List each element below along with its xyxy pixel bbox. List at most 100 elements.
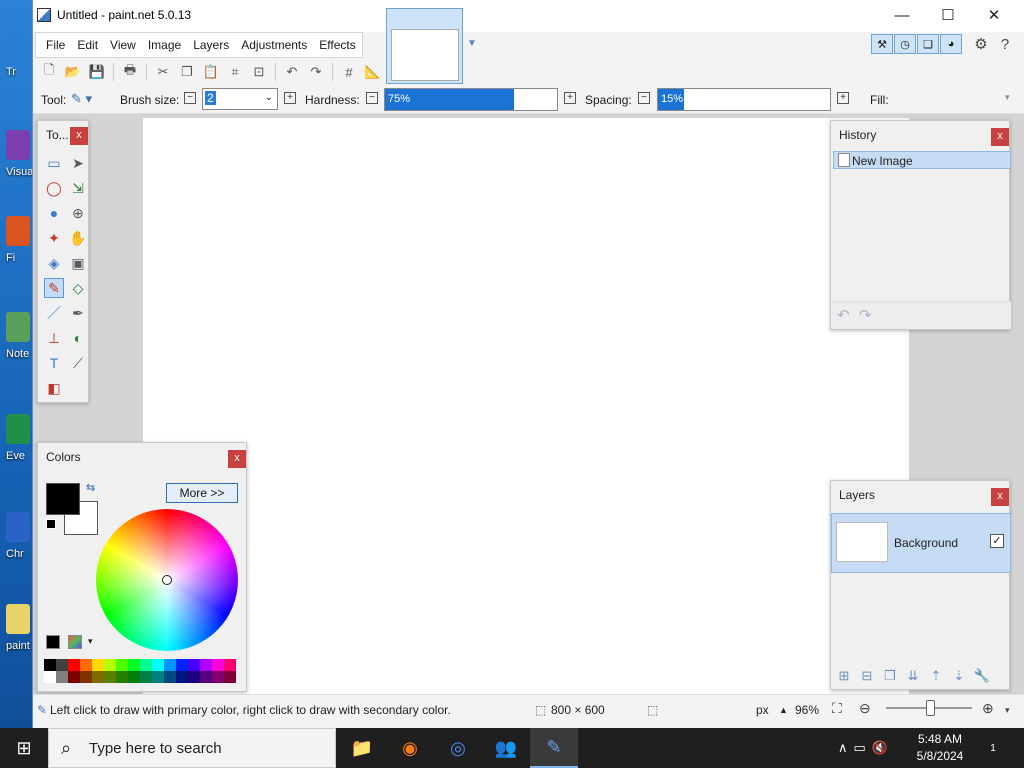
layer-visibility-checkbox[interactable]: ✓ [990,534,1004,548]
crop-icon[interactable]: ⌗ [223,60,247,84]
chevron-down-icon[interactable]: ▾ [88,636,93,647]
clone-stamp-tool[interactable]: ⊥ [44,328,64,348]
pencil-tool[interactable]: ／ [44,303,64,323]
palette-swatch[interactable] [200,659,212,671]
ellipse-select-tool[interactable]: ● [44,203,64,223]
palette-swatch[interactable] [224,659,236,671]
desktop-shortcut[interactable]: Eve [0,414,32,474]
magic-wand-tool[interactable]: ✦ [44,228,64,248]
move-selection-tool[interactable]: ⇲ [68,178,88,198]
palette-swatch[interactable] [200,671,212,683]
colors-icon[interactable]: ◕ [940,34,962,54]
zoom-in-icon[interactable]: ⊕ [982,700,994,717]
brush-size-decrease-icon[interactable]: − [184,92,196,104]
zoom-tool[interactable]: ⊕ [68,203,88,223]
redo-icon[interactable]: ↷ [304,60,328,84]
notifications-icon[interactable]: 1 [980,736,1006,760]
palette-swatch[interactable] [68,671,80,683]
primary-mode-icon[interactable] [46,635,60,649]
chevron-up-icon[interactable]: ▲ [779,705,788,715]
recolor-tool[interactable]: ◐ [68,328,88,348]
palette-swatch[interactable] [212,659,224,671]
color-wheel-cursor[interactable] [162,575,172,585]
minimize-button[interactable]: — [879,0,925,30]
move-down-icon[interactable]: ⇣ [950,667,968,685]
palette-swatch[interactable] [44,659,56,671]
toolbar-overflow-icon[interactable]: ▾ [1005,92,1010,103]
ruler-icon[interactable]: 📐 [361,60,385,84]
palette-swatch[interactable] [224,671,236,683]
move-up-icon[interactable]: ⇡ [927,667,945,685]
zoom-level[interactable]: 96% [795,703,819,717]
firefox-icon[interactable]: ◉ [386,728,434,768]
palette-swatch[interactable] [56,659,68,671]
history-panel-close-button[interactable]: x [991,128,1009,146]
paintbrush-icon[interactable]: ✎ ▾ [71,91,92,107]
spacing-decrease-icon[interactable]: − [638,92,650,104]
line-curve-tool[interactable]: ⟋ [68,353,88,373]
new-icon[interactable]: 🗋 [37,60,61,84]
save-icon[interactable]: 💾 [85,60,109,84]
menu-adjustments[interactable]: Adjustments [235,38,313,52]
palette-swatch[interactable] [68,659,80,671]
palette-swatch[interactable] [104,671,116,683]
grid-icon[interactable]: # [337,60,361,84]
palette-swatch[interactable] [176,659,188,671]
merge-layer-icon[interactable]: ⇊ [904,667,922,685]
desktop-shortcut[interactable]: Fi [0,216,32,276]
copy-icon[interactable]: ❐ [175,60,199,84]
redo-icon[interactable]: ↷ [859,306,872,324]
add-layer-icon[interactable]: ⊞ [835,667,853,685]
desktop-shortcut[interactable]: Note [0,312,32,372]
menu-image[interactable]: Image [142,38,187,52]
undo-icon[interactable]: ↶ [837,306,850,324]
menu-edit[interactable]: Edit [71,38,104,52]
text-tool[interactable]: T [44,353,64,373]
palette-swatch[interactable] [188,659,200,671]
people-icon[interactable]: 👥 [482,728,530,768]
rectangle-select-tool[interactable]: ▭ [44,153,64,173]
zoom-out-icon[interactable]: ⊖ [859,700,871,717]
reset-colors-icon[interactable] [46,519,56,529]
chrome-icon[interactable]: ◎ [434,728,482,768]
menu-layers[interactable]: Layers [187,38,235,52]
menu-view[interactable]: View [104,38,142,52]
palette-swatch[interactable] [44,671,56,683]
chevron-down-icon[interactable]: ▼ [467,38,477,49]
paste-icon[interactable]: 📋 [199,60,223,84]
palette-swatch[interactable] [164,659,176,671]
palette-swatch[interactable] [104,659,116,671]
eraser-tool[interactable]: ◇ [68,278,88,298]
palette-swatch[interactable] [152,659,164,671]
close-button[interactable]: ✕ [971,0,1017,30]
paintnet-icon[interactable]: ✎ [530,728,578,768]
palette-swatch[interactable] [188,671,200,683]
lasso-select-tool[interactable]: ◯ [44,178,64,198]
undo-icon[interactable]: ↶ [280,60,304,84]
layer-row[interactable]: Background ✓ [831,513,1011,573]
palette-swatch[interactable] [176,671,188,683]
palette-swatch[interactable] [92,671,104,683]
chevron-down-icon[interactable]: ⌄ [265,92,273,103]
chevron-up-icon[interactable]: ∧ [838,740,848,756]
spacing-increase-icon[interactable]: + [837,92,849,104]
network-icon[interactable]: ▭ [854,740,866,756]
tools-panel-close-button[interactable]: x [70,127,88,145]
volume-muted-icon[interactable]: 🔇 [872,740,888,756]
layers-icon[interactable]: ❏ [917,34,939,54]
palette-swatch[interactable] [128,659,140,671]
paint-bucket-tool[interactable]: ◈ [44,253,64,273]
palette-swatch[interactable] [80,671,92,683]
palette-swatch[interactable] [164,671,176,683]
tools-icon[interactable]: ⚒ [871,34,893,54]
open-icon[interactable]: 📂 [61,60,85,84]
desktop-shortcut[interactable]: paint [0,604,32,664]
title-bar[interactable]: Untitled - paint.net 5.0.13 — ☐ ✕ [33,0,1024,32]
palette-swatch[interactable] [80,659,92,671]
palette-swatch[interactable] [116,659,128,671]
palette-swatch[interactable] [140,659,152,671]
brush-size-input[interactable]: 2 ⌄ [202,88,278,110]
spacing-slider[interactable]: 15% [657,88,831,111]
palette-swatch[interactable] [212,671,224,683]
history-item[interactable]: New Image [833,151,1011,169]
